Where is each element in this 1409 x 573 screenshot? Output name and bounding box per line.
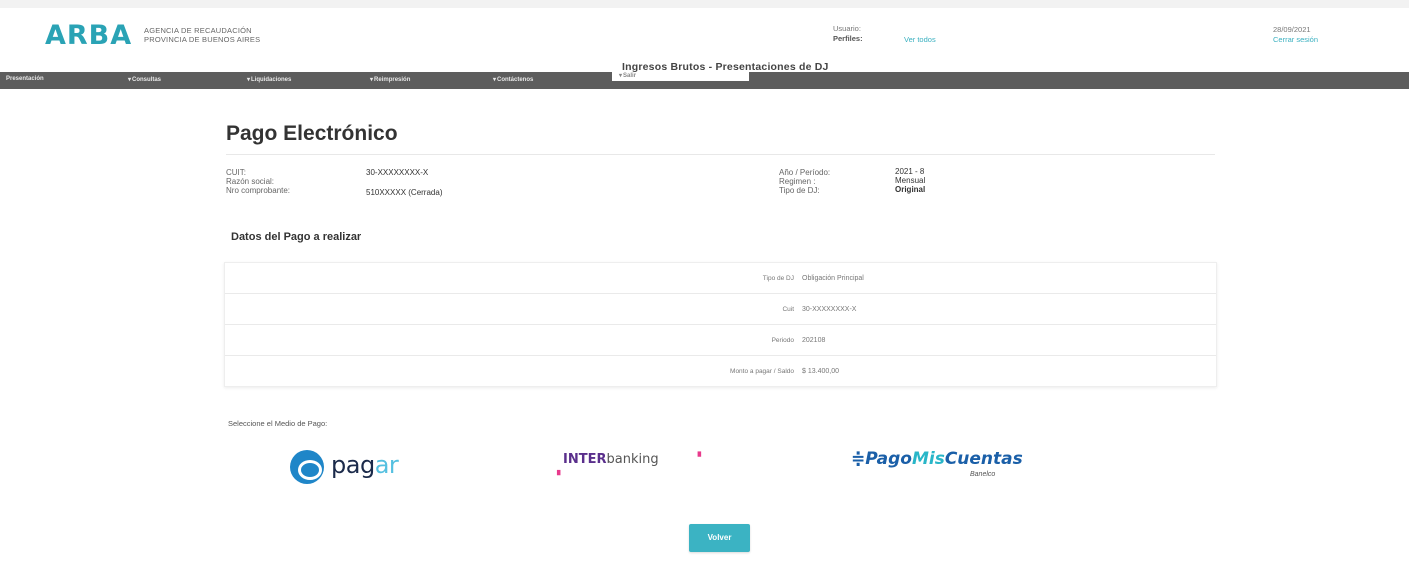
menu-presentacion[interactable]: Presentación bbox=[6, 76, 44, 82]
anio-periodo-label: Año / Período: bbox=[779, 168, 831, 177]
pagar-wordmark-a: pag bbox=[331, 451, 375, 479]
agency-name: AGENCIA DE RECAUDACIÓN PROVINCIA DE BUEN… bbox=[144, 26, 260, 44]
tipo-dj-label: Tipo de DJ: bbox=[779, 186, 820, 195]
caret-down-icon: ▾ bbox=[493, 77, 497, 83]
top-header: ARBA AGENCIA DE RECAUDACIÓN PROVINCIA DE… bbox=[0, 0, 1409, 56]
tipo-dj-value: Original bbox=[895, 185, 926, 194]
caret-down-icon: ▾ bbox=[128, 77, 132, 83]
pmc-icon: ≑ bbox=[851, 449, 866, 469]
table-row: Monto a pagar / Saldo $ 13.400,00 bbox=[225, 356, 1216, 387]
table-row: Periodo 202108 bbox=[225, 325, 1216, 356]
regimen-value: Mensual bbox=[895, 176, 926, 185]
cuit-value: 30-XXXXXXXX-X bbox=[366, 168, 429, 177]
menu-liquidaciones[interactable]: ▾Liquidaciones bbox=[247, 76, 291, 83]
nro-comprobante-label: Nro comprobante: bbox=[226, 186, 291, 195]
menu-label: Reimpresión bbox=[374, 77, 411, 83]
razon-social-label: Razón social: bbox=[226, 177, 275, 186]
user-info: Usuario: Perfiles: bbox=[833, 24, 863, 44]
nro-comprobante-value: 510XXXXX (Cerrada) bbox=[366, 188, 443, 197]
pagar-wordmark: pagar bbox=[331, 451, 399, 479]
main-menu-bar: Presentación ▾Consultas ▾Liquidaciones ▾… bbox=[0, 72, 1409, 89]
caret-down-icon: ▾ bbox=[370, 77, 374, 83]
user-label: Usuario: bbox=[833, 24, 861, 33]
row-value: $ 13.400,00 bbox=[802, 368, 839, 375]
agency-line-2: PROVINCIA DE BUENOS AIRES bbox=[144, 35, 261, 44]
row-value: 202108 bbox=[802, 337, 826, 344]
current-date: 28/09/2021 bbox=[1273, 25, 1311, 34]
menu-contactenos[interactable]: ▾Contáctenos bbox=[493, 76, 533, 83]
menu-label: Salir bbox=[623, 73, 637, 79]
page-title: Pago Electrónico bbox=[226, 122, 398, 145]
interbanking-rest: banking bbox=[606, 452, 659, 467]
back-button[interactable]: Volver bbox=[689, 524, 750, 552]
profiles-label: Perfiles: bbox=[833, 34, 863, 43]
payment-method-prompt: Seleccione el Medio de Pago: bbox=[228, 419, 328, 428]
pagar-logo-icon bbox=[290, 450, 324, 484]
logout-link[interactable]: Cerrar sesión bbox=[1273, 35, 1318, 44]
caret-down-icon: ▾ bbox=[247, 77, 251, 83]
interbanking-corner-icon: ▝ bbox=[694, 452, 701, 462]
interbanking-wordmark: INTERbanking bbox=[563, 452, 703, 467]
menu-label: Consultas bbox=[132, 77, 162, 83]
arba-logo[interactable]: ARBA bbox=[45, 20, 132, 51]
menu-consultas[interactable]: ▾Consultas bbox=[128, 76, 161, 83]
interbanking-corner-icon: ▖ bbox=[557, 465, 564, 475]
pmc-pago: Pago bbox=[865, 449, 912, 469]
menu-label: Presentación bbox=[6, 76, 44, 82]
agency-line-1: AGENCIA DE RECAUDACIÓN bbox=[144, 26, 252, 35]
row-value: Obligación Principal bbox=[802, 275, 864, 282]
title-divider bbox=[226, 154, 1215, 155]
menu-label: Liquidaciones bbox=[251, 77, 292, 83]
menu-label: Contáctenos bbox=[497, 77, 534, 83]
row-label: Tipo de DJ bbox=[762, 275, 794, 282]
pagar-payment-option[interactable]: pagar bbox=[290, 450, 410, 484]
row-value: 30-XXXXXXXX-X bbox=[802, 306, 857, 313]
pmc-mis: Mis bbox=[911, 449, 945, 469]
pagomiscuentas-wordmark: ≑PagoMisCuentas bbox=[851, 449, 1041, 469]
interbanking-payment-option[interactable]: ▖ INTERbanking ▝ bbox=[557, 452, 703, 480]
pagomiscuentas-payment-option[interactable]: ≑PagoMisCuentas Banelco bbox=[851, 449, 1041, 483]
payment-section-title: Datos del Pago a realizar bbox=[231, 231, 362, 243]
row-label: Cuit bbox=[782, 306, 794, 313]
row-label: Periodo bbox=[771, 337, 794, 344]
pmc-cuentas: Cuentas bbox=[944, 449, 1023, 469]
caret-down-icon: ▾ bbox=[619, 73, 623, 79]
interbanking-bold: INTER bbox=[563, 452, 607, 467]
banelco-label: Banelco bbox=[970, 471, 996, 478]
anio-periodo-value: 2021 - 8 bbox=[895, 167, 925, 176]
menu-reimpresion[interactable]: ▾Reimpresión bbox=[370, 76, 410, 83]
payment-details-table: Tipo de DJ Obligación Principal Cuit 30-… bbox=[224, 262, 1217, 387]
table-row: Cuit 30-XXXXXXXX-X bbox=[225, 294, 1216, 325]
cuit-label: CUIT: bbox=[226, 168, 246, 177]
menu-salir[interactable]: ▾Salir bbox=[619, 72, 636, 79]
row-label: Monto a pagar / Saldo bbox=[730, 368, 794, 375]
table-row: Tipo de DJ Obligación Principal bbox=[225, 263, 1216, 294]
view-all-profiles-link[interactable]: Ver todos bbox=[904, 35, 936, 44]
regimen-label: Regimen : bbox=[779, 177, 816, 186]
pagar-wordmark-b: ar bbox=[374, 451, 399, 479]
